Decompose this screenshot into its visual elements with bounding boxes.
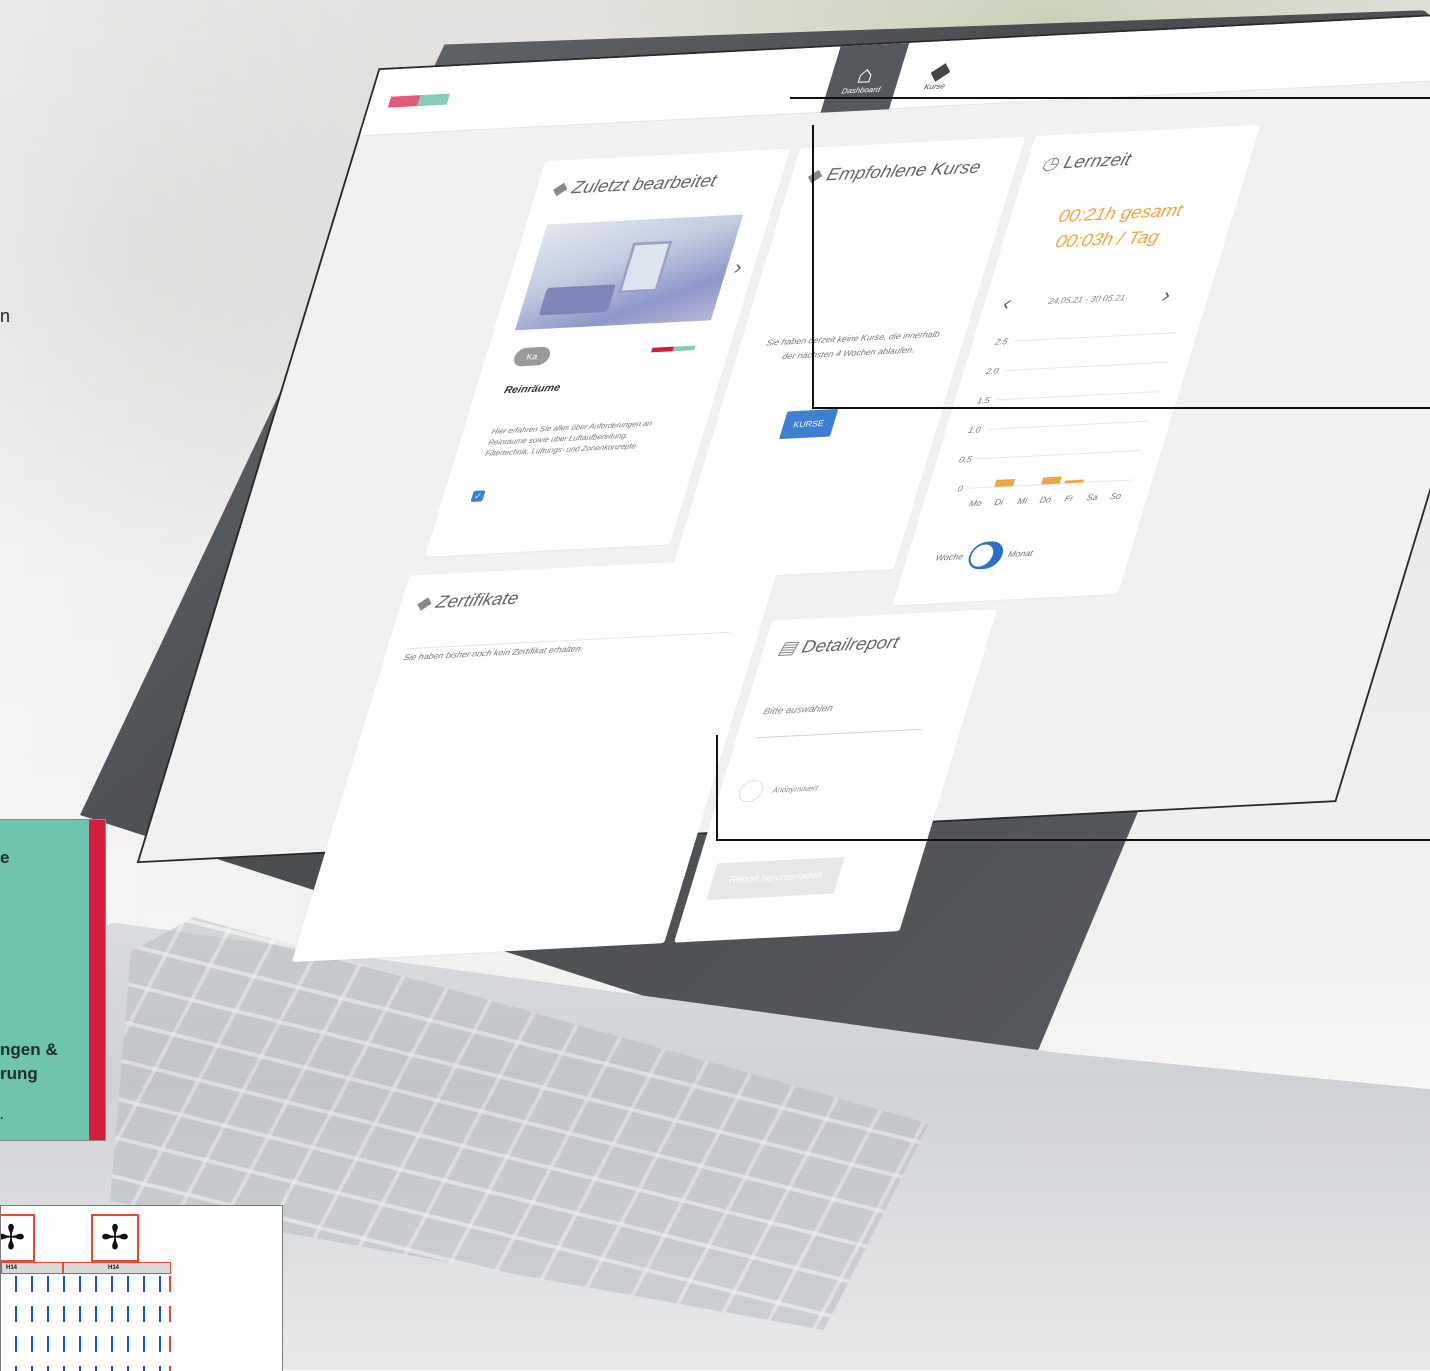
home-icon: ⌂ bbox=[854, 59, 878, 88]
layers-icon: ◆ bbox=[549, 178, 570, 200]
course-badge: Ka bbox=[511, 346, 553, 367]
stripe-red bbox=[651, 346, 674, 353]
x-tick-label: Di bbox=[993, 497, 1005, 507]
period-switch[interactable] bbox=[964, 540, 1007, 570]
filter-label: H14 bbox=[108, 1265, 120, 1271]
document-icon: ▤ bbox=[775, 638, 800, 659]
brand-logo[interactable] bbox=[387, 93, 450, 108]
y-tick-label: 1.0 bbox=[967, 425, 982, 435]
chevron-right-icon[interactable]: › bbox=[731, 255, 745, 279]
learning-time-chart: 0 0.5 1.0 1.5 2.0 2.5 Mo Di Mi Do Fr Sa So bbox=[956, 332, 1178, 508]
stripe-teal bbox=[672, 345, 696, 352]
chart-bar bbox=[1041, 476, 1062, 485]
info-box-line-4: . bbox=[0, 1108, 4, 1122]
airflow-lines bbox=[1, 1276, 171, 1371]
clock-icon: ◷ bbox=[1039, 153, 1062, 175]
gridline bbox=[995, 391, 1160, 401]
y-tick-label: 2.0 bbox=[984, 366, 1000, 376]
callout-line-report-v bbox=[716, 735, 718, 841]
anonymize-radio[interactable] bbox=[735, 779, 767, 803]
course-description: Hier erfahren Sie alles über Anforderung… bbox=[483, 419, 654, 458]
filter-bar: H14 bbox=[1, 1262, 63, 1274]
course-brand-stripe bbox=[651, 345, 696, 353]
x-tick-label: Mo bbox=[968, 498, 983, 508]
top-navigation: ⌂ Dashboard ◆ Kurse ≡ bbox=[359, 9, 1430, 137]
info-box-line-3: rung bbox=[0, 1064, 38, 1083]
learning-time-title: ◷Lernzeit bbox=[1039, 149, 1134, 175]
total-time: 00:21h gesamt bbox=[1055, 201, 1185, 227]
recommended-title: ◆Empfohlene Kurse bbox=[804, 157, 984, 187]
chevron-left-icon[interactable]: ‹ bbox=[1000, 291, 1014, 315]
courses-button[interactable]: KURSE bbox=[779, 408, 839, 440]
report-title: ▤Detailreport bbox=[776, 632, 902, 659]
course-checkbox[interactable]: ✓ bbox=[470, 490, 486, 502]
x-tick-label: Mi bbox=[1016, 496, 1029, 506]
certificates-title: ◆Zertifikate bbox=[413, 588, 521, 614]
chart-bar bbox=[994, 478, 1016, 487]
layers-icon: ◆ bbox=[925, 55, 954, 85]
info-box-line-2: ngen & bbox=[0, 1040, 58, 1059]
thumbnail-cart bbox=[538, 284, 616, 316]
y-tick-label: 2.5 bbox=[993, 337, 1009, 347]
x-tick-label: Sa bbox=[1086, 492, 1100, 502]
date-range: 24.05.21 - 30.05.21 bbox=[1047, 292, 1127, 306]
layers-icon: ◆ bbox=[803, 165, 825, 187]
x-tick-label: Do bbox=[1039, 495, 1053, 505]
toggle-month-label: Monat bbox=[1006, 548, 1035, 559]
app-screen: ⌂ Dashboard ◆ Kurse ≡ ◆Zuletzt bearbeite… bbox=[139, 9, 1430, 963]
y-tick-label: 1.5 bbox=[976, 395, 991, 405]
brand-stripe-teal bbox=[417, 93, 450, 107]
anonymize-option: Anonymisiert bbox=[735, 777, 821, 803]
info-box-line-1: e bbox=[0, 848, 10, 867]
time-per-day: 00:03h / Tag bbox=[1052, 227, 1162, 253]
y-tick-label: 0.5 bbox=[958, 454, 973, 464]
brand-stripe-red bbox=[387, 95, 421, 108]
date-range-navigator: ‹ 24.05.21 - 30.05.21 › bbox=[1000, 283, 1174, 315]
certificates-title-text: Zertifikate bbox=[433, 589, 522, 613]
download-report-button[interactable]: Report herunterladen bbox=[706, 856, 845, 901]
tab-courses-label: Kurse bbox=[923, 81, 947, 91]
info-box: e ngen & rung . bbox=[0, 820, 105, 1140]
x-tick-label: Fr bbox=[1063, 493, 1075, 503]
recommended-empty-text: Sie haben derzeit keine Kurse, die inner… bbox=[765, 329, 942, 362]
tab-dashboard-label: Dashboard bbox=[840, 84, 882, 95]
toggle-week-label: Woche bbox=[934, 551, 965, 563]
airflow-diagram: ✢ ✢ H14 H14 bbox=[0, 1205, 283, 1371]
recent-title-text: Zuletzt bearbeitet bbox=[569, 171, 720, 199]
report-title-text: Detailreport bbox=[799, 633, 902, 658]
x-tick-label: So bbox=[1109, 491, 1123, 501]
callout-line-report-h bbox=[716, 839, 1430, 841]
fan-icon: ✢ bbox=[1, 1214, 35, 1262]
recent-title: ◆Zuletzt bearbeitet bbox=[549, 170, 720, 200]
fan-icon: ✢ bbox=[91, 1214, 139, 1262]
period-toggle: Woche Monat bbox=[932, 539, 1037, 572]
callout-line-courses-v bbox=[812, 125, 814, 409]
anonymize-label: Anonymisiert bbox=[771, 783, 820, 795]
learning-time-title-text: Lernzeit bbox=[1061, 150, 1134, 173]
text-fragment: n bbox=[0, 306, 11, 326]
layers-icon: ◆ bbox=[413, 593, 434, 614]
course-title[interactable]: Reinräume bbox=[503, 382, 562, 396]
callout-line-courses-h bbox=[812, 407, 1430, 409]
report-select[interactable]: Bitte auswählen bbox=[755, 698, 932, 739]
callout-line-nav-h bbox=[790, 97, 1430, 99]
gridline bbox=[1004, 361, 1169, 371]
screen-viewport: ⌂ Dashboard ◆ Kurse ≡ ◆Zuletzt bearbeite… bbox=[0, 0, 1430, 1371]
filter-bar: H14 bbox=[63, 1262, 171, 1274]
filter-label: H14 bbox=[6, 1265, 18, 1271]
course-thumbnail[interactable] bbox=[514, 214, 744, 331]
gridline bbox=[1013, 332, 1178, 342]
chevron-right-icon[interactable]: › bbox=[1159, 283, 1174, 307]
y-tick-label: 0 bbox=[956, 484, 964, 494]
recommended-title-text: Empfohlene Kurse bbox=[824, 157, 984, 186]
gridline bbox=[977, 450, 1142, 460]
gridline bbox=[986, 420, 1151, 430]
thumbnail-door bbox=[617, 240, 673, 294]
